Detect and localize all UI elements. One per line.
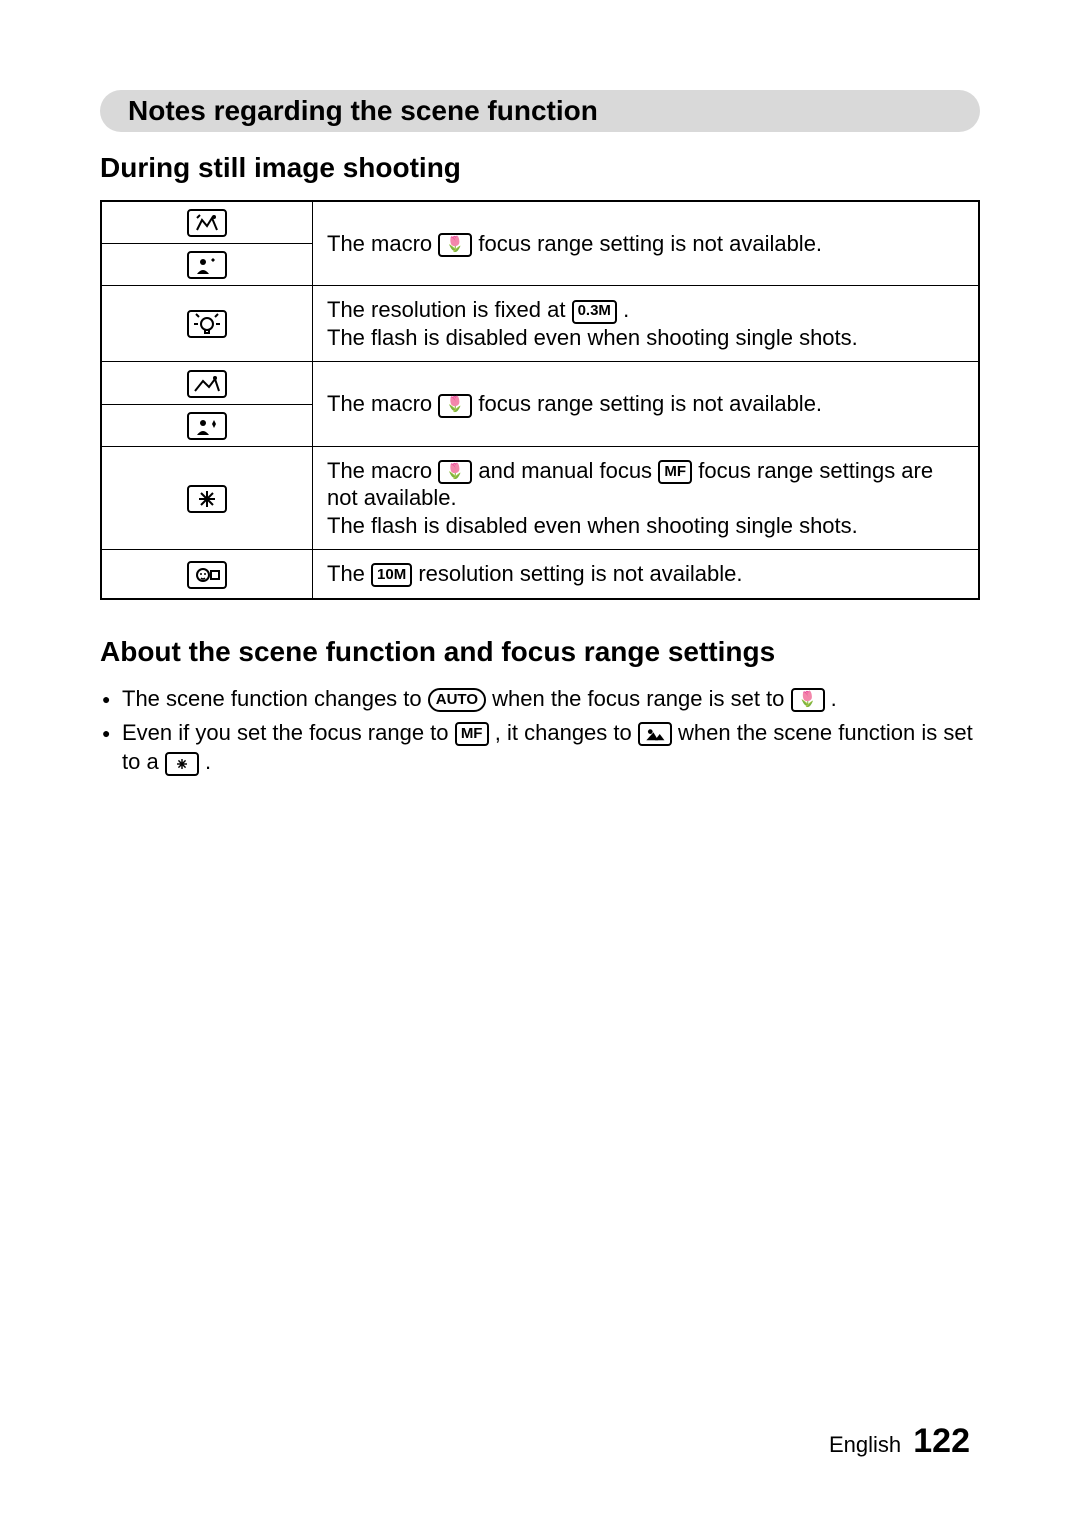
- portrait-star-icon: [187, 412, 227, 440]
- resolution-10m-icon: 10M: [371, 563, 412, 587]
- text: The macro: [327, 458, 438, 483]
- auto-icon: AUTO: [428, 688, 486, 712]
- text: when the focus range is set to: [492, 686, 790, 711]
- page-root: Notes regarding the scene function Durin…: [0, 0, 1080, 1521]
- text: focus range setting is not available.: [478, 231, 822, 256]
- list-item: Even if you set the focus range to MF , …: [100, 718, 980, 777]
- lamp-icon: [187, 310, 227, 338]
- bullet-list: The scene function changes to AUTO when …: [100, 684, 980, 777]
- scene-mountain-icon: [638, 722, 672, 746]
- text: .: [205, 749, 211, 774]
- section-pill: Notes regarding the scene function: [100, 90, 980, 132]
- table-row: The macro 🌷 focus range setting is not a…: [101, 362, 979, 404]
- cell-icon-landscape: [101, 362, 313, 404]
- cell-desc-resolution-03m: The resolution is fixed at 0.3M . The fl…: [313, 286, 980, 362]
- cell-icon-night-portrait: [101, 244, 313, 286]
- cell-icon-lamp: [101, 286, 313, 362]
- text: The flash is disabled even when shooting…: [327, 325, 858, 350]
- cell-desc-10m: The 10M resolution setting is not availa…: [313, 550, 980, 599]
- text: focus range setting is not available.: [478, 391, 822, 416]
- macro-tulip-icon: 🌷: [438, 233, 472, 257]
- landscape-icon: [187, 370, 227, 398]
- fireworks-icon: [165, 752, 199, 776]
- sports-icon: [187, 209, 227, 237]
- text: resolution setting is not available.: [418, 561, 742, 586]
- text: The macro: [327, 231, 438, 256]
- text: Even if you set the focus range to: [122, 720, 455, 745]
- subheading-focus-range: About the scene function and focus range…: [100, 636, 980, 668]
- table-row: The resolution is fixed at 0.3M . The fl…: [101, 286, 979, 362]
- cell-icon-fireworks: [101, 446, 313, 550]
- footer-language: English: [829, 1432, 901, 1457]
- text: and manual focus: [478, 458, 658, 483]
- macro-tulip-icon: 🌷: [438, 394, 472, 418]
- cell-desc-macro-na-1: The macro 🌷 focus range setting is not a…: [313, 201, 980, 286]
- cell-desc-macro-na-2: The macro 🌷 focus range setting is not a…: [313, 362, 980, 446]
- face-icon: [187, 561, 227, 589]
- text: .: [623, 297, 629, 322]
- text: , it changes to: [495, 720, 638, 745]
- text: The flash is disabled even when shooting…: [327, 513, 858, 538]
- table-row: The macro 🌷 focus range setting is not a…: [101, 201, 979, 244]
- table-row: The macro 🌷 and manual focus MF focus ra…: [101, 446, 979, 550]
- subheading-still-shooting: During still image shooting: [100, 152, 980, 184]
- text: The: [327, 561, 371, 586]
- macro-tulip-icon: 🌷: [791, 688, 825, 712]
- night-portrait-icon: [187, 251, 227, 279]
- cell-icon-portrait-star: [101, 404, 313, 446]
- text: .: [831, 686, 837, 711]
- cell-icon-face: [101, 550, 313, 599]
- notes-table: The macro 🌷 focus range setting is not a…: [100, 200, 980, 600]
- page-number: 122: [913, 1422, 970, 1460]
- page-footer: English 122: [829, 1422, 970, 1461]
- text: The scene function changes to: [122, 686, 428, 711]
- resolution-03m-icon: 0.3M: [572, 300, 617, 324]
- text: The macro: [327, 391, 438, 416]
- cell-desc-fireworks: The macro 🌷 and manual focus MF focus ra…: [313, 446, 980, 550]
- fireworks-icon: [187, 485, 227, 513]
- mf-icon: MF: [455, 722, 489, 746]
- list-item: The scene function changes to AUTO when …: [100, 684, 980, 714]
- cell-icon-sports: [101, 201, 313, 244]
- text: The resolution is fixed at: [327, 297, 572, 322]
- section-title: Notes regarding the scene function: [128, 90, 598, 132]
- table-row: The 10M resolution setting is not availa…: [101, 550, 979, 599]
- mf-icon: MF: [658, 460, 692, 484]
- macro-tulip-icon: 🌷: [438, 460, 472, 484]
